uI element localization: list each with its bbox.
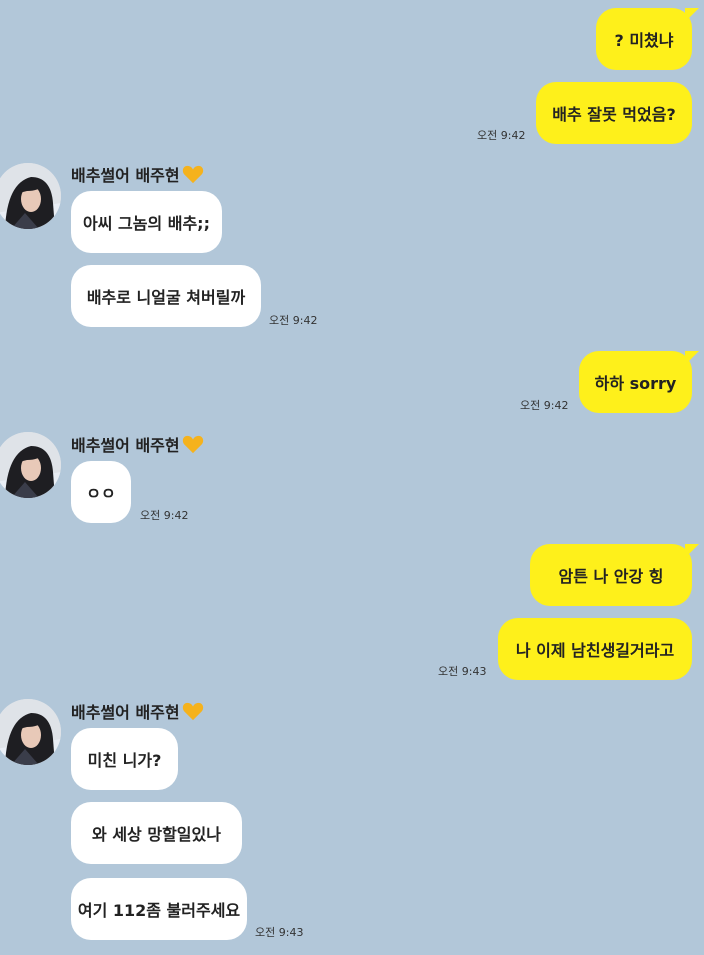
message-text: 와 세상 망할일있나 [92, 825, 221, 844]
message-text: 암튼 나 안강 힝 [558, 567, 664, 586]
message-time: 오전 9:42 [269, 314, 318, 327]
their-message-bubble[interactable]: 여기 112좀 불러주세요 [71, 878, 247, 940]
message-text: 배추 잘못 먹었음? [552, 105, 676, 124]
message-text: 배추로 니얼굴 쳐버릴까 [86, 288, 246, 307]
their-message-bubble[interactable]: 배추로 니얼굴 쳐버릴까 [71, 265, 261, 327]
message-text: 여기 112좀 불러주세요 [77, 901, 241, 920]
heart-icon [182, 164, 204, 184]
heart-icon [182, 434, 204, 454]
message-time: 오전 9:43 [255, 926, 304, 939]
message-text: 하하 sorry [594, 374, 677, 393]
their-message-bubble[interactable]: ㅇㅇ [71, 461, 131, 523]
avatar[interactable] [0, 163, 61, 229]
message-text: ? 미쳤냐 [614, 31, 674, 50]
avatar[interactable] [0, 432, 61, 498]
message-text: 미친 니가? [87, 751, 162, 770]
message-text: ㅇㅇ [86, 484, 116, 503]
my-message-bubble[interactable]: ? 미쳤냐 [596, 8, 699, 70]
avatar[interactable] [0, 699, 61, 765]
their-message-bubble[interactable]: 와 세상 망할일있나 [71, 802, 242, 864]
my-message-bubble[interactable]: 나 이제 남친생길거라고 [498, 618, 692, 680]
message-text: 아씨 그놈의 배추;; [83, 214, 210, 233]
sender-name: 배추썰어 배주현 [71, 162, 204, 186]
message-time: 오전 9:43 [438, 665, 487, 678]
sender-name-text: 배추썰어 배주현 [71, 436, 180, 455]
avatar-image [0, 432, 61, 498]
their-message-bubble[interactable]: 아씨 그놈의 배추;; [71, 191, 222, 253]
sender-name-text: 배추썰어 배주현 [71, 703, 180, 722]
message-text: 나 이제 남친생길거라고 [515, 641, 675, 660]
heart-icon [182, 701, 204, 721]
sender-name: 배추썰어 배주현 [71, 699, 204, 723]
their-message-bubble[interactable]: 미친 니가? [71, 728, 178, 790]
avatar-image [0, 163, 61, 229]
my-message-bubble[interactable]: 배추 잘못 먹었음? [536, 82, 692, 144]
my-message-bubble[interactable]: 하하 sorry [579, 351, 699, 413]
sender-name: 배추썰어 배주현 [71, 432, 204, 456]
message-time: 오전 9:42 [477, 129, 526, 142]
message-time: 오전 9:42 [520, 399, 569, 412]
my-message-bubble[interactable]: 암튼 나 안강 힝 [530, 544, 699, 606]
sender-name-text: 배추썰어 배주현 [71, 166, 180, 185]
avatar-image [0, 699, 61, 765]
message-time: 오전 9:42 [140, 509, 189, 522]
